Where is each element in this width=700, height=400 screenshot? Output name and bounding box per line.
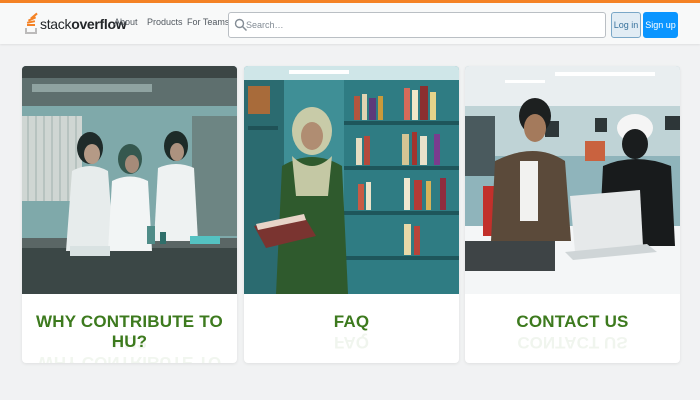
stackoverflow-logo-icon bbox=[24, 12, 38, 35]
search-input[interactable]: Search… bbox=[228, 12, 606, 38]
card-contact-us[interactable]: CONTACT US CONTACT US bbox=[465, 66, 680, 363]
card-title: CONTACT US bbox=[516, 312, 629, 331]
card-faq[interactable]: FAQ FAQ bbox=[244, 66, 459, 363]
card-title-reflection: WHY CONTRIBUTE TO HU? bbox=[37, 333, 222, 363]
nav-for-teams[interactable]: For Teams bbox=[187, 17, 229, 27]
card-title: FAQ bbox=[333, 312, 370, 331]
top-bar: stackoverflow About Products For Teams S… bbox=[0, 0, 700, 44]
stackoverflow-logo[interactable]: stackoverflow bbox=[24, 11, 127, 37]
nav-products[interactable]: Products bbox=[147, 17, 183, 27]
students-in-laboratory-image bbox=[22, 66, 237, 294]
search-placeholder: Search… bbox=[246, 20, 284, 30]
card-title-reflection: FAQ bbox=[334, 333, 369, 352]
card-title-reflection: CONTACT US bbox=[517, 333, 628, 352]
student-reading-in-library-image bbox=[244, 66, 459, 294]
nav-about[interactable]: About bbox=[114, 17, 138, 27]
login-button[interactable]: Log in bbox=[611, 12, 641, 38]
signup-button[interactable]: Sign up bbox=[643, 12, 678, 38]
students-with-laptop-image bbox=[465, 66, 680, 294]
card-why-contribute[interactable]: WHY CONTRIBUTE TO HU? WHY CONTRIBUTE TO … bbox=[22, 66, 237, 363]
